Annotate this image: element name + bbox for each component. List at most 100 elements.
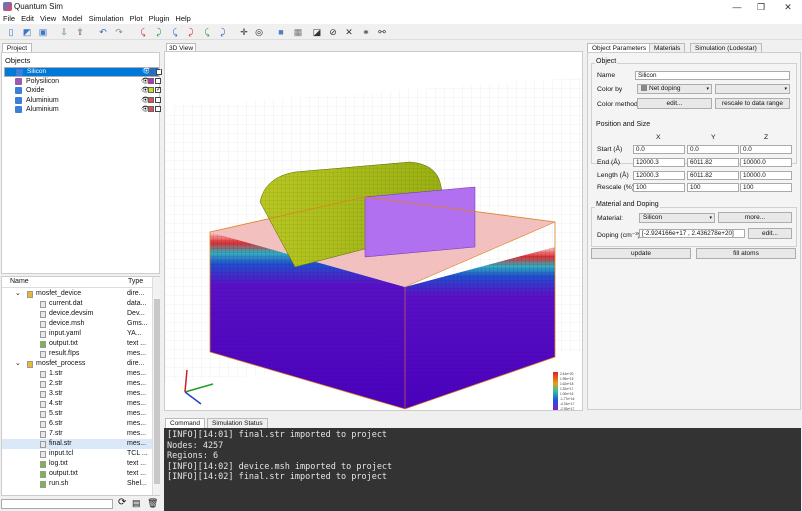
file-row[interactable]: 1.str mes... [2, 369, 152, 379]
menu-edit[interactable]: Edit [18, 14, 37, 24]
end-z-input[interactable]: 10000.0 [740, 158, 792, 167]
file-row[interactable]: 5.str mes... [2, 409, 152, 419]
start-y-input[interactable]: 0.0 [687, 145, 739, 154]
cross-tool-icon[interactable]: ✕ [343, 26, 355, 38]
tab-command[interactable]: Command [165, 418, 205, 428]
file-row[interactable]: output.txt text ... [2, 339, 152, 349]
close-button[interactable]: ✕ [779, 1, 797, 13]
console-output[interactable]: [INFO][14:01] final.str imported to proj… [164, 428, 801, 511]
open-file-icon[interactable]: ◩ [21, 26, 33, 38]
tab-project[interactable]: Project [2, 43, 32, 52]
export-icon[interactable]: ⇧ [74, 26, 86, 38]
rotate-z-plus-icon[interactable]: ⤹ [201, 26, 213, 38]
file-filter-input[interactable] [1, 499, 113, 509]
rotate-y-minus-icon[interactable]: ⤸ [185, 26, 197, 38]
file-row[interactable]: device.msh Gms... [2, 319, 152, 329]
object-row[interactable]: Aluminium 👁 [4, 105, 161, 114]
rescale-z-input[interactable]: 100 [740, 183, 792, 192]
doping-input[interactable]: [-2.924166e+17 , 2.436278e+20] [639, 229, 745, 238]
delete-icon[interactable]: 🗑 [147, 498, 158, 509]
length-z-input[interactable]: 10000.0 [740, 171, 792, 180]
color-swatch[interactable] [148, 96, 154, 103]
file-scrollbar[interactable] [152, 277, 160, 495]
color-by-select[interactable]: Net doping ▾ [637, 84, 712, 94]
slice-icon[interactable]: ◪ [311, 26, 323, 38]
material-select[interactable]: Silicon ▾ [639, 213, 715, 223]
menu-view[interactable]: View [37, 14, 59, 24]
doping-edit-button[interactable]: edit... [748, 228, 792, 239]
rotate-x-plus-icon[interactable]: ⤹ [137, 26, 149, 38]
rotate-x-minus-icon[interactable]: ⤸ [153, 26, 165, 38]
file-row[interactable]: current.dat data... [2, 299, 152, 309]
file-row[interactable]: run.sh Shel... [2, 479, 152, 489]
rotate-z-minus-icon[interactable]: ⤸ [217, 26, 229, 38]
file-row[interactable]: 4.str mes... [2, 399, 152, 409]
color-edit-button[interactable]: edit... [637, 98, 712, 109]
3d-viewport[interactable]: 2.44e+20 1.99e+19 1.62e+18 1.32e+17 1.00e+16… [164, 51, 583, 411]
file-row[interactable]: result.fIps mes... [2, 349, 152, 359]
file-row[interactable]: 2.str mes... [2, 379, 152, 389]
folder-row[interactable]: ⌄ mosfet_device dire... [2, 289, 152, 299]
chevron-down-icon[interactable]: ⌄ [15, 289, 21, 299]
no-entry-icon[interactable]: ⊘ [327, 26, 339, 38]
tab-materials[interactable]: Materials [649, 43, 686, 52]
mesh-view-icon[interactable]: ▦ [292, 26, 304, 38]
more-button[interactable]: more... [718, 212, 792, 223]
end-x-input[interactable]: 12000.3 [633, 158, 685, 167]
undo-icon[interactable]: ↶ [97, 26, 109, 38]
structure-icon[interactable]: ⚯ [376, 26, 388, 38]
save-icon[interactable]: ▣ [37, 26, 49, 38]
file-row[interactable]: 6.str mes... [2, 419, 152, 429]
column-type[interactable]: Type [128, 278, 143, 285]
object-checkbox[interactable]: ✓ [156, 69, 162, 75]
menu-file[interactable]: File [0, 14, 18, 24]
menu-simulation[interactable]: Simulation [86, 14, 127, 24]
rescale-x-input[interactable]: 100 [633, 183, 685, 192]
tab-simulation-lodestar[interactable]: Simulation (Lodestar) [690, 43, 762, 52]
file-row[interactable]: log.txt text ... [2, 459, 152, 469]
tab-object-parameters[interactable]: Object Parameters [587, 43, 652, 52]
file-row[interactable]: input.tcl TCL ... [2, 449, 152, 459]
object-row[interactable]: Oxide 👁 ✓ [4, 86, 161, 95]
object-row[interactable]: Aluminium 👁 [4, 96, 161, 105]
color-swatch[interactable] [148, 106, 154, 112]
end-y-input[interactable]: 6011.82 [687, 158, 739, 167]
file-row[interactable]: final.str mes... [2, 439, 152, 449]
box-view-icon[interactable]: ■ [275, 26, 287, 38]
name-input[interactable]: Silicon [635, 71, 790, 80]
start-x-input[interactable]: 0.0 [633, 145, 685, 154]
chevron-down-icon[interactable]: ⌄ [15, 359, 21, 369]
new-folder-icon[interactable]: ▤ [132, 498, 141, 509]
file-row[interactable]: 3.str mes... [2, 389, 152, 399]
rescale-button[interactable]: rescale to data range [715, 98, 790, 109]
file-row[interactable]: input.yaml YA... [2, 329, 152, 339]
refresh-icon[interactable]: ⟳ [118, 497, 126, 508]
color-swatch[interactable] [149, 69, 155, 75]
menu-model[interactable]: Model [59, 14, 85, 24]
fill-atoms-button[interactable]: fill atoms [696, 248, 796, 259]
menu-help[interactable]: Help [172, 14, 193, 24]
atoms-icon[interactable]: ⚭ [360, 26, 372, 38]
column-name[interactable]: Name [10, 278, 29, 285]
tab-simulation-status[interactable]: Simulation Status [207, 418, 268, 428]
import-icon[interactable]: ⇩ [58, 26, 70, 38]
maximize-button[interactable]: ❐ [752, 1, 770, 13]
menu-plugin[interactable]: Plugin [146, 14, 173, 24]
pan-icon[interactable]: ✛ [238, 26, 250, 38]
file-row[interactable]: device.devsim Dev... [2, 309, 152, 319]
object-checkbox[interactable] [155, 77, 161, 84]
object-checkbox[interactable]: ✓ [155, 87, 161, 93]
object-checkbox[interactable] [155, 106, 161, 112]
minimize-button[interactable]: — [728, 1, 746, 13]
color-by-field-select[interactable]: ▾ [715, 84, 790, 94]
menu-plot[interactable]: Plot [127, 14, 146, 24]
object-row[interactable]: Silicon 👁 ✓ [4, 67, 162, 77]
color-swatch[interactable] [148, 87, 154, 93]
object-row[interactable]: Polysilicon 👁 [4, 77, 161, 86]
folder-row[interactable]: ⌄ mosfet_process dire... [2, 359, 152, 369]
new-file-icon[interactable]: ▯ [5, 26, 17, 38]
redo-icon[interactable]: ↷ [113, 26, 125, 38]
start-z-input[interactable]: 0.0 [740, 145, 792, 154]
color-swatch[interactable] [148, 77, 154, 84]
rescale-y-input[interactable]: 100 [687, 183, 739, 192]
